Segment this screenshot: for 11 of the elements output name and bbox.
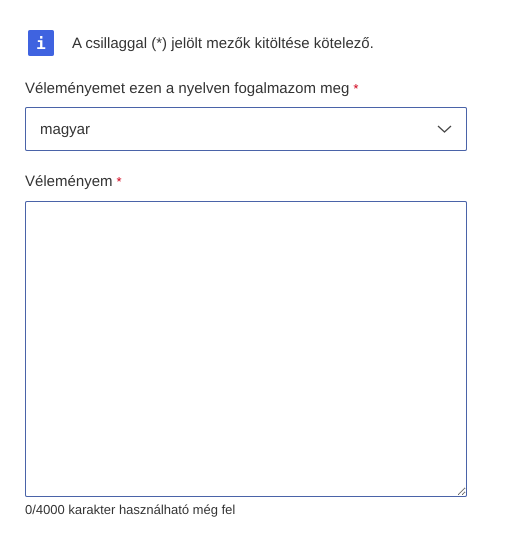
info-icon: i (28, 30, 54, 56)
notice-text: A csillaggal (*) jelölt mezők kitöltése kötelező. (72, 34, 374, 52)
required-mark: * (116, 174, 122, 188)
language-select[interactable]: magyar (25, 107, 467, 151)
character-counter: 0/4000 karakter használható még fel (25, 502, 236, 517)
select-value: magyar (40, 120, 90, 138)
field-label: Véleményem (25, 172, 113, 190)
chevron-down-icon (437, 125, 452, 133)
opinion-textarea[interactable] (25, 201, 467, 497)
field-label: Véleményemet ezen a nyelven fogalmazom meg (25, 80, 350, 96)
required-mark: * (353, 80, 358, 96)
